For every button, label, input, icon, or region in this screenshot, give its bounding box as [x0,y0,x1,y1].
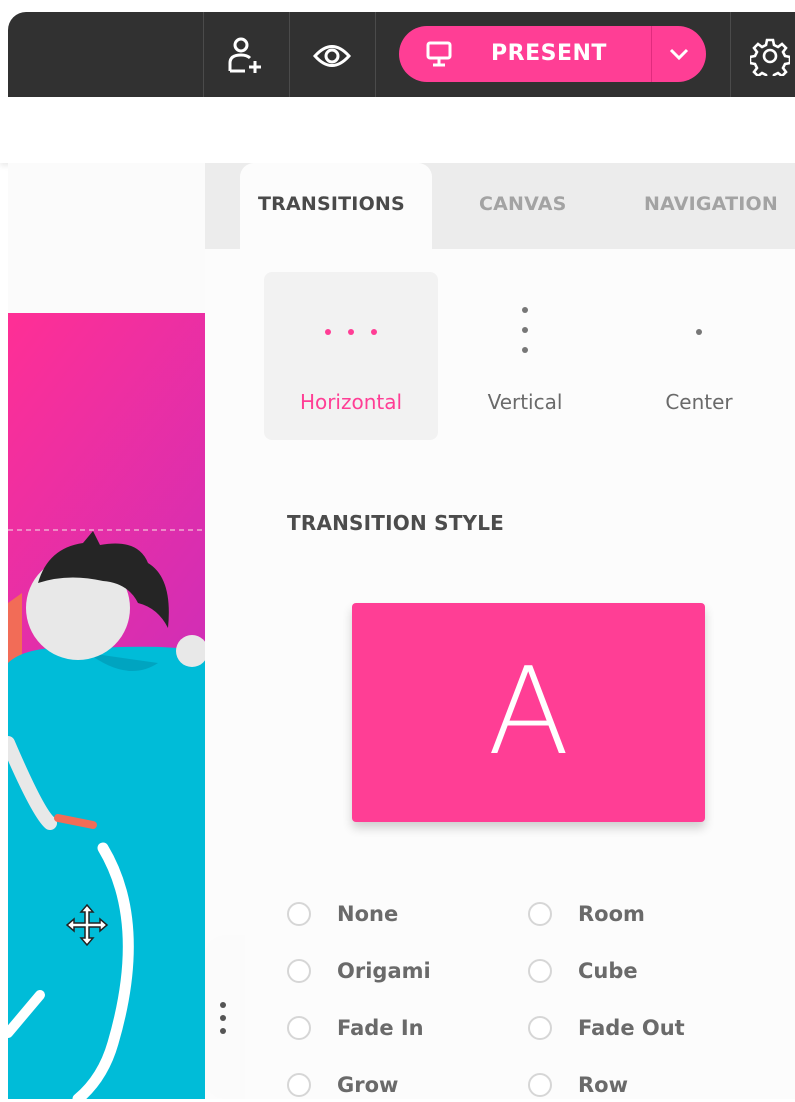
tab-navigation[interactable]: NAVIGATION [644,193,778,215]
tab-transitions[interactable]: TRANSITIONS [258,193,405,215]
section-title: TRANSITION STYLE [287,511,505,535]
panel-resize-handle[interactable] [205,935,245,1099]
present-label: PRESENT [491,41,607,66]
horizontal-dots-icon [325,329,331,335]
preview-letter: A [487,642,570,782]
vertical-dots-icon [522,347,528,353]
style-option-room[interactable]: Room [528,897,645,931]
secondary-toolbar [0,97,795,163]
center-dot-icon [696,329,702,335]
tab-canvas[interactable]: CANVAS [479,193,567,215]
horizontal-dots-icon [371,329,377,335]
vertical-dots-icon [522,307,528,313]
drag-handle-icon [220,1015,226,1021]
direction-horizontal[interactable]: Horizontal [264,272,438,440]
present-options-dropdown[interactable] [652,26,706,82]
top-toolbar: PRESENT [8,12,795,97]
toolbar-divider [375,12,376,97]
radio-button[interactable] [528,959,552,983]
transition-preview: A [352,603,705,822]
vertical-dots-icon [522,327,528,333]
style-label: Fade In [337,1016,424,1040]
horizontal-dots-icon [348,329,354,335]
settings-button[interactable] [748,34,792,78]
direction-vertical[interactable]: Vertical [438,272,612,440]
style-label: Row [578,1073,628,1097]
add-user-icon [228,37,261,73]
radio-button[interactable] [528,902,552,926]
transitions-panel: TRANSITIONS CANVAS NAVIGATION Horizontal… [205,163,795,1099]
style-label: Room [578,902,645,926]
chevron-down-icon [669,48,689,61]
radio-button[interactable] [287,902,311,926]
style-label: None [337,902,399,926]
toolbar-divider [730,12,731,97]
style-option-fade-out[interactable]: Fade Out [528,1011,685,1045]
monitor-icon [426,41,452,67]
style-option-fade-in[interactable]: Fade In [287,1011,424,1045]
style-option-cube[interactable]: Cube [528,954,638,988]
style-label: Grow [337,1073,399,1097]
style-option-origami[interactable]: Origami [287,954,431,988]
style-label: Origami [337,959,431,983]
direction-label: Center [665,390,733,414]
gear-icon [750,38,790,76]
radio-button[interactable] [287,1016,311,1040]
radio-button[interactable] [287,959,311,983]
drag-handle-icon [220,1002,226,1008]
drag-handle-icon [220,1028,226,1034]
direction-center[interactable]: Center [612,272,786,440]
toolbar-divider [289,12,290,97]
style-option-row[interactable]: Row [528,1068,628,1102]
add-user-button[interactable] [223,34,267,78]
direction-label: Horizontal [299,390,403,414]
radio-button[interactable] [528,1016,552,1040]
present-button[interactable]: PRESENT [399,26,706,82]
style-label: Fade Out [578,1016,685,1040]
eye-icon [312,45,352,67]
style-label: Cube [578,959,638,983]
direction-label: Vertical [487,390,563,414]
radio-button[interactable] [528,1073,552,1097]
style-option-none[interactable]: None [287,897,398,931]
style-option-grow[interactable]: Grow [287,1068,398,1102]
toolbar-divider [203,12,204,97]
radio-button[interactable] [287,1073,311,1097]
preview-button[interactable] [310,34,354,78]
panel-body: Horizontal Vertical Center TRANSITION ST… [240,249,795,1099]
